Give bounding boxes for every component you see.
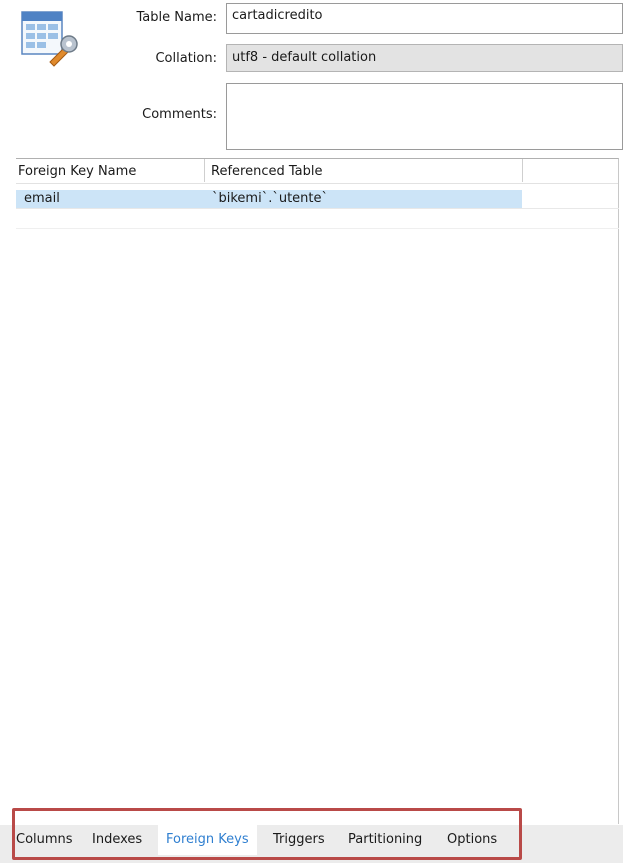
table-settings-icon bbox=[20, 6, 84, 70]
comments-field[interactable] bbox=[226, 83, 623, 150]
comments-label: Comments: bbox=[142, 107, 217, 122]
table-row[interactable]: email `bikemi`.`utente` bbox=[16, 190, 522, 208]
table-name-label: Table Name: bbox=[136, 10, 217, 25]
row-divider bbox=[16, 228, 619, 229]
grid-header: Foreign Key Name Referenced Table bbox=[16, 159, 618, 184]
collation-label: Collation: bbox=[155, 51, 217, 66]
foreign-keys-grid[interactable]: Foreign Key Name Referenced Table email … bbox=[16, 158, 619, 824]
referenced-table-cell[interactable]: `bikemi`.`utente` bbox=[212, 190, 328, 208]
column-header-foreign-key-name[interactable]: Foreign Key Name bbox=[18, 159, 202, 182]
highlight-box bbox=[12, 808, 522, 860]
foreign-key-name-cell[interactable]: email bbox=[24, 190, 60, 208]
column-divider bbox=[522, 159, 524, 182]
collation-field[interactable]: utf8 - default collation bbox=[226, 44, 623, 72]
column-header-referenced-table[interactable]: Referenced Table bbox=[204, 159, 529, 182]
row-divider bbox=[16, 208, 619, 209]
table-name-field[interactable]: cartadicredito bbox=[226, 3, 623, 34]
